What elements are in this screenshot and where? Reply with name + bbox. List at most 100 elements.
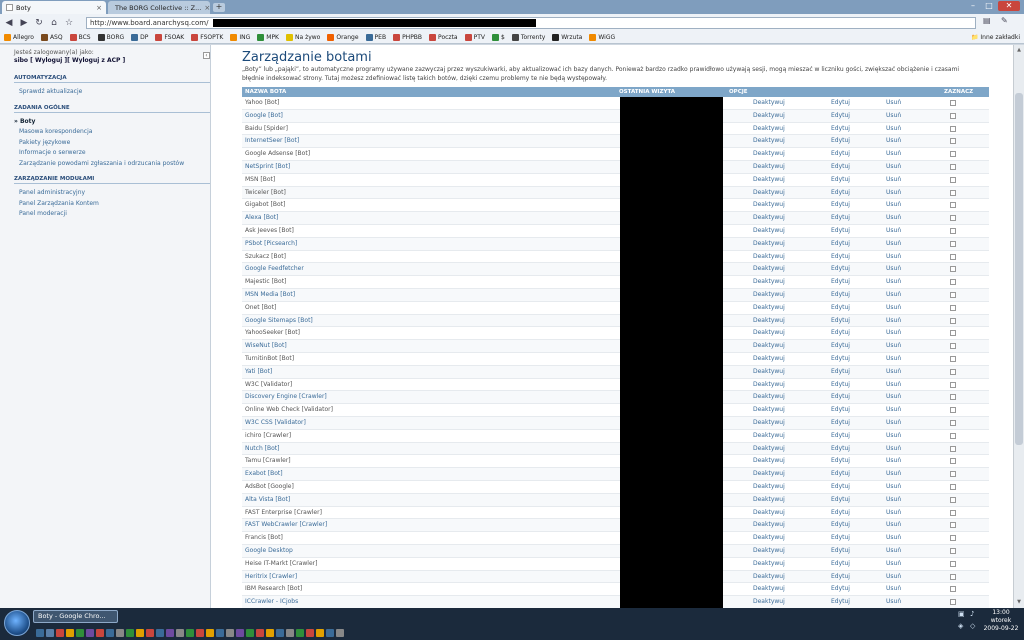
select-checkbox[interactable] [950, 394, 956, 401]
bookmark-item[interactable]: PEB [365, 34, 386, 41]
bookmark-item[interactable]: DP [131, 34, 148, 41]
quick-launch-icon[interactable] [36, 629, 44, 637]
sidebar-link[interactable]: Panel moderacji [19, 210, 67, 217]
select-checkbox[interactable] [950, 560, 956, 567]
select-checkbox[interactable] [950, 599, 956, 606]
edit-link[interactable]: Edytuj [831, 417, 850, 429]
select-checkbox[interactable] [950, 586, 956, 593]
edit-link[interactable]: Edytuj [831, 558, 850, 570]
close-window-button[interactable]: ✕ [998, 1, 1020, 11]
select-checkbox[interactable] [950, 509, 956, 516]
close-tab-icon[interactable]: × [204, 4, 210, 12]
delete-link[interactable]: Usuń [886, 455, 901, 467]
deactivate-link[interactable]: Deaktywuj [753, 379, 785, 391]
delete-link[interactable]: Usuń [886, 417, 901, 429]
edit-link[interactable]: Edytuj [831, 545, 850, 557]
bookmark-item[interactable]: BORG [97, 34, 124, 41]
tab-borg-collective[interactable]: The BORG Collective :: Z... × [108, 1, 210, 14]
select-checkbox[interactable] [950, 484, 956, 490]
delete-link[interactable]: Usuń [886, 161, 901, 173]
taskbar-clock[interactable]: 13:00 wtorek 2009-09-22 [981, 609, 1021, 633]
deactivate-link[interactable]: Deaktywuj [753, 97, 785, 109]
bookmark-item[interactable]: Na żywo [286, 34, 320, 41]
quick-launch-icon[interactable] [176, 629, 184, 637]
edit-link[interactable]: Edytuj [831, 507, 850, 519]
bookmark-item[interactable]: FSOAK [155, 34, 184, 41]
quick-launch-icon[interactable] [156, 629, 164, 637]
select-checkbox[interactable] [950, 317, 956, 324]
select-checkbox[interactable] [950, 292, 956, 298]
bookmark-item[interactable]: $ [492, 34, 505, 41]
edit-link[interactable]: Edytuj [831, 238, 850, 250]
quick-launch-icon[interactable] [166, 629, 174, 637]
quick-launch-icon[interactable] [46, 629, 54, 637]
delete-link[interactable]: Usuń [886, 302, 901, 314]
select-checkbox[interactable] [950, 151, 956, 158]
deactivate-link[interactable]: Deaktywuj [753, 571, 785, 583]
edit-link[interactable]: Edytuj [831, 148, 850, 160]
edit-link[interactable]: Edytuj [831, 199, 850, 211]
deactivate-link[interactable]: Deaktywuj [753, 353, 785, 365]
tray-icon[interactable]: ◈ [958, 622, 966, 630]
delete-link[interactable]: Usuń [886, 481, 901, 493]
page-menu-icon[interactable]: ▤ [983, 16, 997, 28]
bookmark-item[interactable]: WiGG [589, 34, 615, 41]
edit-link[interactable]: Edytuj [831, 519, 850, 531]
deactivate-link[interactable]: Deaktywuj [753, 519, 785, 531]
deactivate-link[interactable]: Deaktywuj [753, 212, 785, 224]
quick-launch-icon[interactable] [56, 629, 64, 637]
edit-link[interactable]: Edytuj [831, 161, 850, 173]
quick-launch-icon[interactable] [326, 629, 334, 637]
quick-launch-icon[interactable] [296, 629, 304, 637]
select-checkbox[interactable] [950, 164, 956, 170]
deactivate-link[interactable]: Deaktywuj [753, 174, 785, 186]
tab-boty[interactable]: Boty × [2, 1, 106, 14]
edit-link[interactable]: Edytuj [831, 571, 850, 583]
deactivate-link[interactable]: Deaktywuj [753, 417, 785, 429]
quick-launch-icon[interactable] [226, 629, 234, 637]
delete-link[interactable]: Usuń [886, 430, 901, 442]
forward-icon[interactable]: ▶ [18, 17, 30, 29]
quick-launch-icon[interactable] [66, 629, 74, 637]
select-checkbox[interactable] [950, 330, 956, 337]
quick-launch-icon[interactable] [76, 629, 84, 637]
deactivate-link[interactable]: Deaktywuj [753, 315, 785, 327]
sidebar-link[interactable]: Informacje o serwerze [19, 149, 86, 156]
delete-link[interactable]: Usuń [886, 315, 901, 327]
delete-link[interactable]: Usuń [886, 468, 901, 480]
deactivate-link[interactable]: Deaktywuj [753, 123, 785, 135]
bookmark-item[interactable]: ASQ [40, 34, 63, 41]
delete-link[interactable]: Usuń [886, 110, 901, 122]
quick-launch-icon[interactable] [196, 629, 204, 637]
quick-launch-icon[interactable] [96, 629, 104, 637]
taskbar-chrome-window[interactable]: Boty - Google Chro... [33, 610, 118, 623]
collapse-sidebar-button[interactable]: ‹ [203, 52, 210, 59]
back-icon[interactable]: ◀ [3, 17, 15, 29]
delete-link[interactable]: Usuń [886, 251, 901, 263]
delete-link[interactable]: Usuń [886, 583, 901, 595]
edit-link[interactable]: Edytuj [831, 443, 850, 455]
edit-link[interactable]: Edytuj [831, 340, 850, 352]
delete-link[interactable]: Usuń [886, 532, 901, 544]
delete-link[interactable]: Usuń [886, 123, 901, 135]
bookmark-item[interactable]: Torrenty [511, 34, 545, 41]
select-checkbox[interactable] [950, 304, 956, 311]
delete-link[interactable]: Usuń [886, 545, 901, 557]
select-checkbox[interactable] [950, 356, 956, 362]
delete-link[interactable]: Usuń [886, 571, 901, 583]
delete-link[interactable]: Usuń [886, 507, 901, 519]
select-checkbox[interactable] [950, 535, 956, 542]
deactivate-link[interactable]: Deaktywuj [753, 340, 785, 352]
delete-link[interactable]: Usuń [886, 174, 901, 186]
quick-launch-icon[interactable] [136, 629, 144, 637]
select-checkbox[interactable] [950, 548, 956, 554]
edit-link[interactable]: Edytuj [831, 468, 850, 480]
select-checkbox[interactable] [950, 100, 956, 106]
edit-link[interactable]: Edytuj [831, 455, 850, 467]
sidebar-link[interactable]: » Boty [14, 118, 35, 125]
deactivate-link[interactable]: Deaktywuj [753, 327, 785, 339]
edit-link[interactable]: Edytuj [831, 327, 850, 339]
deactivate-link[interactable]: Deaktywuj [753, 443, 785, 455]
scroll-down-icon[interactable]: ▼ [1015, 598, 1023, 606]
deactivate-link[interactable]: Deaktywuj [753, 302, 785, 314]
